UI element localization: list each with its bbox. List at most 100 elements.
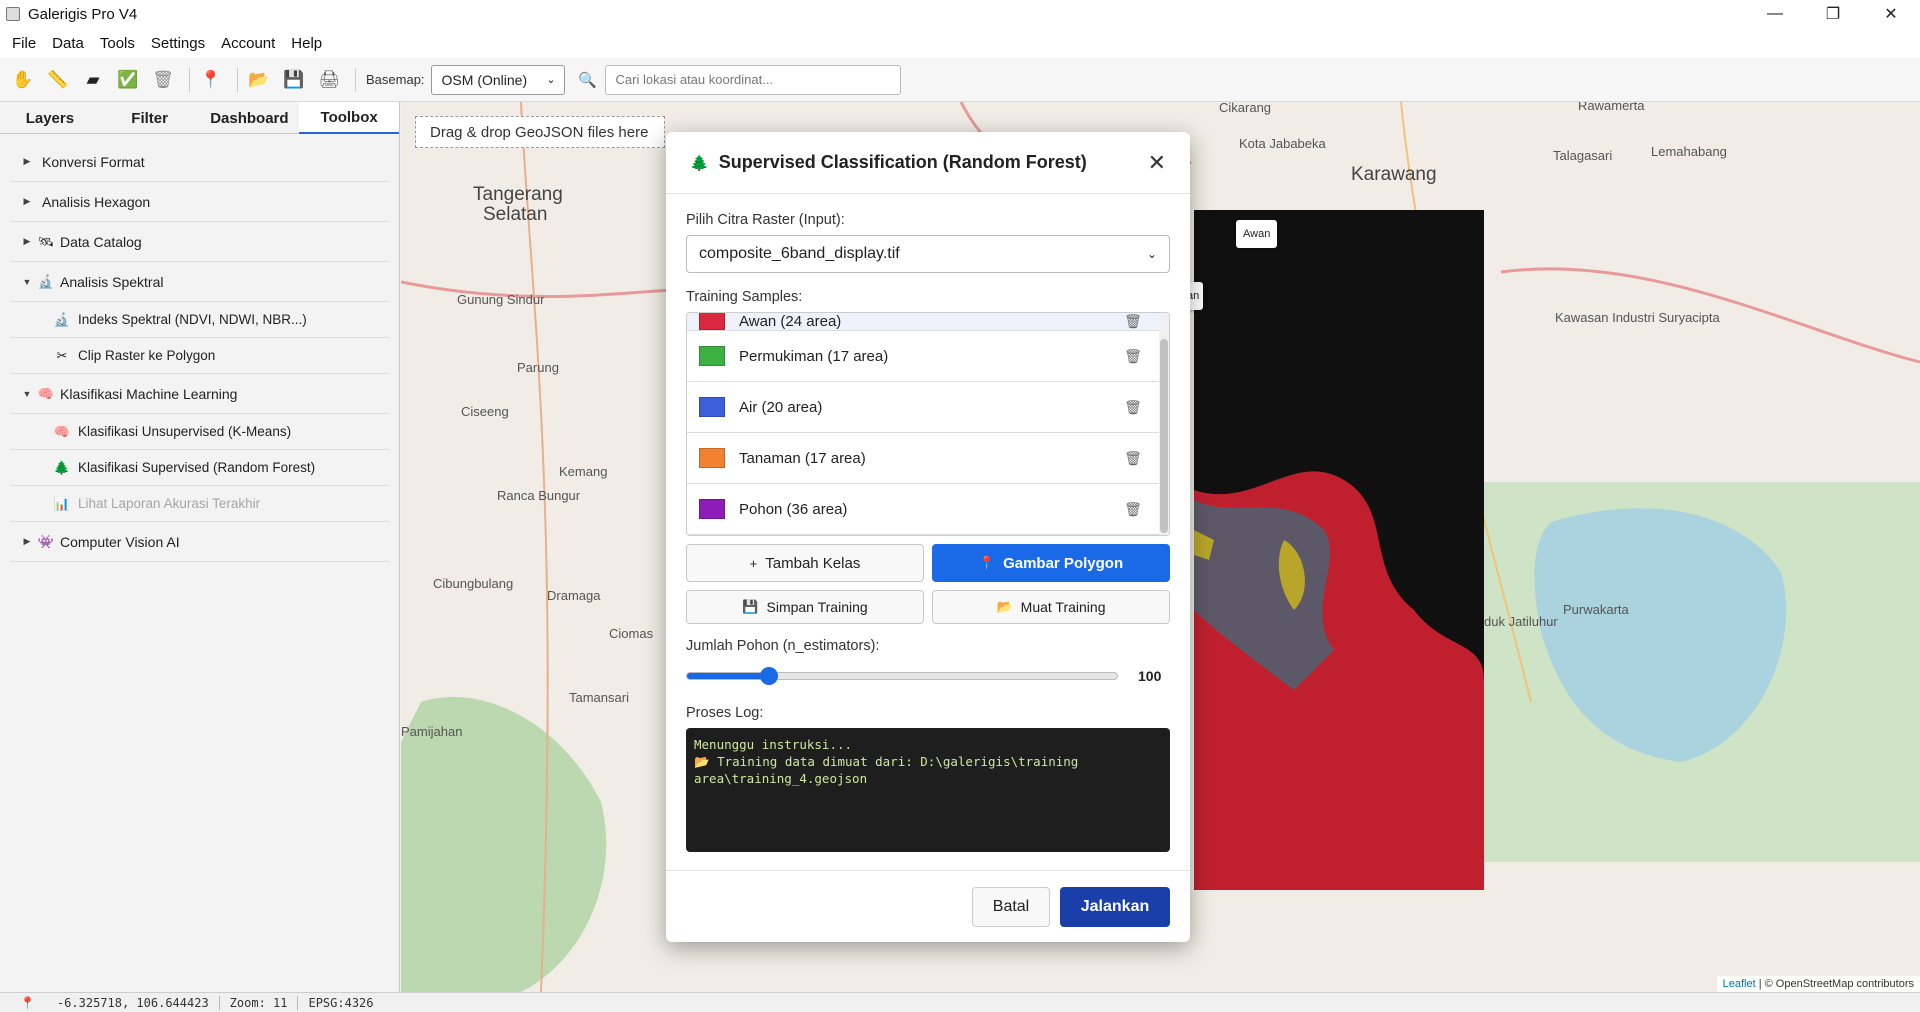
caret-right-icon[interactable]: ▶ <box>18 156 36 167</box>
training-samples-list[interactable]: Awan (24 area) 🗑 Permukiman (17 area) 🗑 Air … <box>686 312 1170 536</box>
geojson-dropzone[interactable]: Drag & drop GeoJSON files here <box>415 116 665 148</box>
tab-layers[interactable]: Layers <box>0 102 100 134</box>
tree-item[interactable]: 🔬 Indeks Spektral (NDVI, NDWI, NBR...) <box>10 302 389 338</box>
rectangle-icon[interactable]: ▰ <box>78 65 108 95</box>
sample-row[interactable]: Tanaman (17 area) 🗑 <box>687 433 1169 484</box>
leaflet-link[interactable]: Leaflet <box>1723 978 1756 990</box>
menu-file[interactable]: File <box>4 35 44 52</box>
tree-item[interactable]: ✂ Clip Raster ke Polygon <box>10 338 389 374</box>
map-place-label: Purwakarta <box>1563 602 1629 617</box>
menu-account[interactable]: Account <box>213 35 283 52</box>
map-place-label: Rawamerta <box>1578 102 1645 113</box>
tab-dashboard[interactable]: Dashboard <box>200 102 300 134</box>
caret-down-icon[interactable]: ▼ <box>18 389 36 399</box>
class-color-swatch[interactable] <box>699 448 725 468</box>
caret-right-icon[interactable]: ▶ <box>18 236 36 247</box>
caret-down-icon[interactable]: ▼ <box>18 277 36 287</box>
trash-icon[interactable]: 🗑 <box>1123 399 1143 416</box>
maximize-button[interactable]: ❐ <box>1804 0 1862 28</box>
checkbox-icon[interactable]: ✅ <box>113 65 143 95</box>
tree-group[interactable]: ▼ 🧠 Klasifikasi Machine Learning <box>10 374 389 414</box>
tree-item-label: Klasifikasi Supervised (Random Forest) <box>78 460 316 475</box>
class-color-swatch[interactable] <box>699 397 725 417</box>
map-place-label: Tamansari <box>569 690 629 705</box>
menu-settings[interactable]: Settings <box>143 35 213 52</box>
class-color-swatch[interactable] <box>699 346 725 366</box>
class-color-swatch[interactable] <box>699 499 725 519</box>
tree-item[interactable]: 🌲 Klasifikasi Supervised (Random Forest) <box>10 450 389 486</box>
add-class-label: Tambah Kelas <box>765 554 861 572</box>
basemap-select[interactable]: OSM (Online) ⌄ <box>430 64 565 95</box>
samples-label: Training Samples: <box>686 289 803 305</box>
map-place-label: Parung <box>517 360 559 375</box>
trash-icon[interactable]: 🗑 <box>1123 348 1143 365</box>
trash-icon[interactable]: 🗑 <box>1123 450 1143 467</box>
tab-toolbox[interactable]: Toolbox <box>299 102 399 134</box>
slider-thumb[interactable] <box>759 667 778 685</box>
print-icon[interactable]: 🖨 <box>314 65 344 95</box>
draw-polygon-button[interactable]: 📍 Gambar Polygon <box>932 544 1170 582</box>
load-training-button[interactable]: 📂 Muat Training <box>932 590 1170 624</box>
save-icon: 💾 <box>742 599 759 614</box>
tree-item-label: Data Catalog <box>60 233 142 250</box>
tree-item-icon: 🔬 <box>53 311 71 327</box>
raster-select[interactable]: composite_6band_display.tif ⌄ <box>686 235 1170 273</box>
tree-group[interactable]: ▶ Analisis Hexagon <box>10 182 389 222</box>
menu-help[interactable]: Help <box>283 35 330 52</box>
tree-group[interactable]: ▶ Konversi Format <box>10 142 389 182</box>
sample-row[interactable]: Awan (24 area) 🗑 <box>687 313 1169 331</box>
mountain-forest <box>401 696 607 992</box>
raster-overlay <box>1194 471 1484 890</box>
run-button[interactable]: Jalankan <box>1060 886 1170 927</box>
trash-icon[interactable]: 🗑 <box>1123 501 1143 518</box>
class-color-swatch[interactable] <box>699 313 725 330</box>
toolbar-separator <box>355 67 356 92</box>
samples-scrollbar[interactable] <box>1159 313 1169 535</box>
sample-row[interactable]: Permukiman (17 area) 🗑 <box>687 331 1169 382</box>
close-window-button[interactable]: ✕ <box>1862 0 1920 28</box>
estimators-slider[interactable] <box>686 667 1118 685</box>
sample-class-name: Awan (24 area) <box>739 313 842 330</box>
add-class-button[interactable]: + Tambah Kelas <box>686 544 924 582</box>
menu-data[interactable]: Data <box>44 35 92 52</box>
map-place-label: Cibungbulang <box>433 576 514 591</box>
chevron-down-icon: ⌄ <box>546 74 556 86</box>
tree-item[interactable]: 🧠 Klasifikasi Unsupervised (K-Means) <box>10 414 389 450</box>
title-bar: Galerigis Pro V4 — ❐ ✕ <box>0 0 1920 28</box>
tree-item[interactable]: 📊 Lihat Laporan Akurasi Terakhir <box>10 486 389 522</box>
tree-item-label: Analisis Spektral <box>60 273 164 290</box>
search-icon[interactable]: 🔍 <box>573 65 603 95</box>
caret-right-icon[interactable]: ▶ <box>18 536 36 547</box>
tree-icon: 🌲 <box>690 154 709 172</box>
marker-icon[interactable]: 📍 <box>196 65 226 95</box>
trash-icon[interactable]: 🗑 <box>148 65 178 95</box>
toolbar-separator <box>237 67 238 92</box>
tree-item-icon: 🛰 <box>37 233 55 249</box>
tree-group[interactable]: ▶ 👾 Computer Vision AI <box>10 522 389 562</box>
tree-group[interactable]: ▶ 🛰 Data Catalog <box>10 222 389 262</box>
tree-group[interactable]: ▼ 🔬 Analisis Spektral <box>10 262 389 302</box>
supervised-classification-dialog: 🌲 Supervised Classification (Random Fore… <box>666 132 1190 942</box>
menu-tools[interactable]: Tools <box>92 35 143 52</box>
estimators-label: Jumlah Pohon (n_estimators): <box>686 638 880 654</box>
sample-row[interactable]: Air (20 area) 🗑 <box>687 382 1169 433</box>
pan-icon[interactable]: ✋ <box>8 65 38 95</box>
save-training-button[interactable]: 💾 Simpan Training <box>686 590 924 624</box>
tree-item-icon: ✂ <box>56 347 68 363</box>
minimize-button[interactable]: — <box>1746 0 1804 28</box>
scrollbar-thumb[interactable] <box>1160 339 1168 533</box>
toolbar: ✋ 📏 ▰ ✅ 🗑 📍 📂 💾 🖨 Basemap: OSM (Online) ⌄ 🔍 Cari… <box>0 58 1920 102</box>
search-input[interactable]: Cari lokasi atau koordinat... <box>604 64 901 95</box>
tree-item-icon: 🧠 <box>53 423 71 439</box>
tree-item-label: Klasifikasi Unsupervised (K-Means) <box>78 424 292 439</box>
close-icon[interactable]: ✕ <box>1148 150 1166 176</box>
folder-icon[interactable]: 📂 <box>244 65 274 95</box>
measure-icon[interactable]: 📏 <box>43 65 73 95</box>
cancel-button[interactable]: Batal <box>972 886 1050 927</box>
save-icon[interactable]: 💾 <box>279 65 309 95</box>
caret-right-icon[interactable]: ▶ <box>18 196 36 207</box>
sample-row[interactable]: Pohon (36 area) 🗑 <box>687 484 1169 535</box>
status-coordinates: -6.325718, 106.644423 <box>47 995 220 1010</box>
tab-filter[interactable]: Filter <box>100 102 200 134</box>
trash-icon[interactable]: 🗑 <box>1123 313 1143 330</box>
